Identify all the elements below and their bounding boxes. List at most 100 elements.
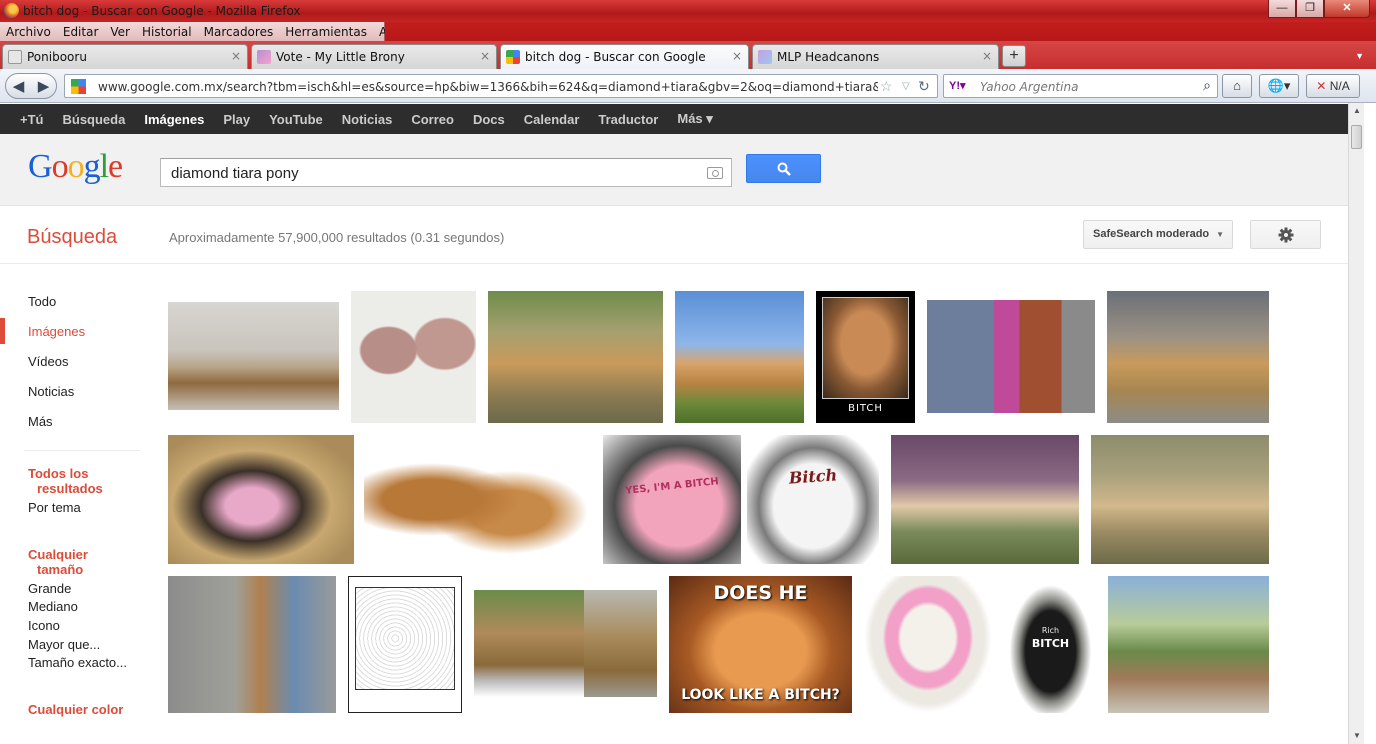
image-result[interactable]	[348, 576, 462, 713]
menu-herramientas[interactable]: Herramientas	[279, 25, 373, 39]
gbar-mas[interactable]: Más ▾	[677, 111, 712, 127]
filter-por-tema[interactable]: Por tema	[28, 500, 81, 515]
settings-button[interactable]	[1250, 220, 1321, 249]
search-query-text[interactable]: diamond tiara pony	[171, 165, 299, 182]
back-forward-buttons: ◀ ▶	[5, 73, 57, 99]
reload-icon[interactable]: ↻	[918, 78, 930, 95]
google-logo[interactable]: Google	[28, 148, 123, 186]
image-result[interactable]	[675, 291, 804, 423]
menu-ver[interactable]: Ver	[104, 25, 136, 39]
url-bar[interactable]: www.google.com.mx/search?tbm=isch&hl=es&…	[64, 74, 938, 98]
tab-google-search[interactable]: bitch dog - Buscar con Google ×	[500, 44, 749, 69]
image-result[interactable]: BITCH	[816, 291, 915, 423]
history-dropdown-icon[interactable]: ▽	[902, 81, 910, 92]
filter-size-heading[interactable]: Cualquier tamaño	[28, 547, 88, 577]
tab-close-icon[interactable]: ×	[231, 49, 241, 63]
image-result[interactable]	[168, 435, 354, 564]
image-result[interactable]	[364, 435, 588, 564]
search-button[interactable]	[746, 154, 821, 183]
filter-videos[interactable]: Vídeos	[28, 354, 68, 369]
menu-editar[interactable]: Editar	[57, 25, 105, 39]
url-text[interactable]: www.google.com.mx/search?tbm=isch&hl=es&…	[98, 80, 878, 94]
search-magnifier-icon[interactable]: ⌕	[1203, 77, 1211, 94]
filter-mas[interactable]: Más	[28, 414, 53, 429]
home-button[interactable]: ⌂	[1222, 74, 1252, 98]
filter-size-mediano[interactable]: Mediano	[28, 599, 78, 614]
tab-ponibooru[interactable]: Ponibooru ×	[2, 44, 248, 69]
tab-close-icon[interactable]: ×	[982, 49, 992, 63]
image-result[interactable]: Rich BITCH	[1004, 576, 1097, 713]
filter-all-results-heading[interactable]: Todos los resultados	[28, 466, 103, 496]
menu-historial[interactable]: Historial	[136, 25, 198, 39]
back-arrow-icon[interactable]: ◀	[13, 77, 25, 95]
scrollbar-thumb[interactable]	[1351, 125, 1362, 149]
forward-arrow-icon[interactable]: ▶	[38, 77, 50, 95]
scroll-up-arrow-icon[interactable]: ▲	[1353, 106, 1361, 115]
tab-label: Vote - My Little Brony	[276, 50, 405, 64]
gbar-busqueda[interactable]: Búsqueda	[62, 112, 125, 127]
gbar-plus-tu[interactable]: +Tú	[20, 112, 43, 127]
gear-icon	[1278, 227, 1294, 243]
image-result[interactable]	[927, 300, 1095, 413]
google-favicon-icon	[506, 50, 520, 64]
image-result[interactable]	[584, 590, 657, 697]
heading-line: tamaño	[37, 562, 84, 577]
tab-label: MLP Headcanons	[777, 50, 880, 64]
filter-noticias[interactable]: Noticias	[28, 384, 74, 399]
site-identity-icon[interactable]	[71, 79, 86, 94]
search-input[interactable]: diamond tiara pony	[160, 158, 732, 187]
tab-list-chevron-down-icon[interactable]: ▼	[1355, 51, 1364, 61]
image-result[interactable]	[168, 576, 336, 713]
image-result[interactable]	[168, 302, 339, 410]
filter-size-grande[interactable]: Grande	[28, 581, 71, 596]
gbar-play[interactable]: Play	[223, 112, 250, 127]
heading-line: Todos los	[28, 466, 89, 481]
gbar-correo[interactable]: Correo	[411, 112, 454, 127]
na-addon-button[interactable]: ✕ N/A	[1306, 74, 1360, 98]
image-result[interactable]	[891, 435, 1079, 564]
menu-archivo[interactable]: Archivo	[0, 25, 57, 39]
filter-size-exacto[interactable]: Tamaño exacto...	[28, 655, 127, 670]
addon-globe-button[interactable]: 🌐▾	[1259, 74, 1299, 98]
gbar-calendar[interactable]: Calendar	[524, 112, 580, 127]
gbar-imagenes[interactable]: Imágenes	[144, 112, 204, 127]
filter-imagenes[interactable]: Imágenes	[28, 324, 85, 339]
close-window-button[interactable]: ✕	[1324, 0, 1370, 18]
gbar-docs[interactable]: Docs	[473, 112, 505, 127]
tab-close-icon[interactable]: ×	[480, 49, 490, 63]
image-result[interactable]	[864, 576, 992, 713]
minimize-button[interactable]: —	[1268, 0, 1296, 18]
filter-todo[interactable]: Todo	[28, 294, 56, 309]
image-result[interactable]	[474, 590, 584, 697]
image-result[interactable]	[1108, 576, 1269, 713]
new-tab-button[interactable]: +	[1002, 45, 1026, 67]
scroll-down-arrow-icon[interactable]: ▼	[1353, 731, 1361, 740]
menu-marcadores[interactable]: Marcadores	[198, 25, 280, 39]
tab-close-icon[interactable]: ×	[732, 49, 742, 63]
camera-search-icon[interactable]	[707, 167, 723, 179]
image-result[interactable]: Bitch	[747, 435, 879, 564]
pony-favicon-icon	[257, 50, 271, 64]
gbar-noticias[interactable]: Noticias	[342, 112, 393, 127]
page-scrollbar[interactable]: ▲ ▼	[1348, 103, 1364, 744]
safesearch-dropdown[interactable]: SafeSearch moderado ▼	[1083, 220, 1233, 249]
maximize-button[interactable]: ❐	[1296, 0, 1324, 18]
image-result[interactable]	[488, 291, 663, 423]
filter-color-heading[interactable]: Cualquier color	[28, 702, 123, 717]
yahoo-engine-icon[interactable]: Y!▾	[949, 79, 966, 92]
gbar-youtube[interactable]: YouTube	[269, 112, 323, 127]
search-engine-box[interactable]: Y!▾ Yahoo Argentina ⌕	[943, 74, 1218, 98]
image-result[interactable]	[1091, 435, 1269, 564]
gbar-traductor[interactable]: Traductor	[598, 112, 658, 127]
search-engine-placeholder[interactable]: Yahoo Argentina	[980, 80, 1078, 94]
filter-size-mayor-que[interactable]: Mayor que...	[28, 637, 100, 652]
thumb-caption: Rich	[1041, 626, 1060, 635]
filter-size-icono[interactable]: Icono	[28, 618, 60, 633]
image-result[interactable]	[351, 291, 476, 423]
bookmark-star-icon[interactable]: ☆	[880, 78, 893, 95]
tab-mlp-headcanons[interactable]: MLP Headcanons ×	[752, 44, 999, 69]
image-result[interactable]: YES, I'M A BITCH	[603, 435, 741, 564]
image-result[interactable]	[1107, 291, 1269, 423]
image-result[interactable]: DOES HE LOOK LIKE A BITCH?	[669, 576, 852, 713]
tab-vote-my-little-brony[interactable]: Vote - My Little Brony ×	[251, 44, 497, 69]
